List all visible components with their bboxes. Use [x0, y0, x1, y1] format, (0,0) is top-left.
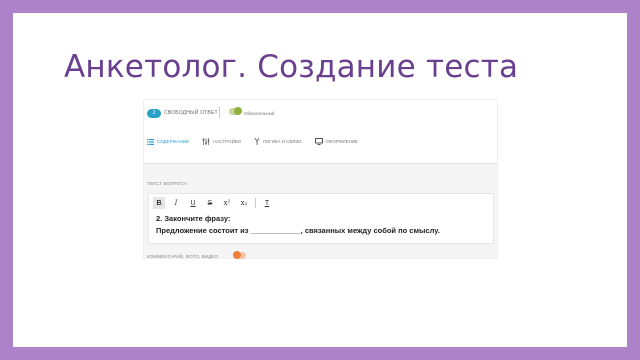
question-number-badge: 2	[147, 109, 161, 118]
question-text-line-2: Предложение состоит из ____________, свя…	[156, 226, 440, 235]
toolbar-divider	[255, 198, 256, 208]
settings-icon	[202, 138, 210, 145]
question-text-line-1: 2. Закончите фразу:	[156, 214, 231, 223]
clear-format-button[interactable]: T	[261, 197, 273, 209]
tab-settings[interactable]: Настройки	[202, 138, 241, 145]
tab-design[interactable]: Оформление	[314, 138, 359, 145]
editor-toolbar: B I U S x² x₂ T	[153, 197, 278, 209]
question-type-label[interactable]: Свободный ответ	[164, 109, 218, 118]
attachments-label: Комментарий, фото, видео	[147, 254, 219, 259]
superscript-button[interactable]: x²	[221, 197, 233, 209]
tab-label: Оформление	[325, 139, 359, 144]
question-editor-screenshot: 2 Свободный ответ Обязательный Содержани…	[144, 100, 497, 259]
tab-label: Логика и связи	[262, 139, 302, 144]
required-label: Обязательный	[244, 111, 275, 116]
required-toggle[interactable]	[229, 107, 242, 115]
slide-title: Анкетолог. Создание теста	[64, 49, 519, 85]
tab-content[interactable]: Содержание	[147, 138, 189, 145]
toggle-knob	[233, 251, 241, 259]
list-icon	[147, 138, 154, 145]
tab-label: Содержание	[157, 139, 190, 144]
attachments-toggle[interactable]	[233, 251, 246, 259]
question-text-label: Текст вопроса	[147, 181, 188, 186]
question-text-editor[interactable]: B I U S x² x₂ T 2. Закончите фразу: Пред…	[148, 193, 494, 244]
strikethrough-button[interactable]: S	[204, 197, 216, 209]
tab-label: Настройки	[213, 139, 241, 144]
bold-button[interactable]: B	[153, 197, 165, 209]
monitor-icon	[314, 138, 323, 145]
branch-icon	[254, 138, 260, 145]
subscript-button[interactable]: x₂	[238, 197, 250, 209]
underline-button[interactable]: U	[187, 197, 199, 209]
italic-button[interactable]: I	[170, 197, 182, 209]
slide: Анкетолог. Создание теста 2 Свободный от…	[13, 13, 627, 347]
header-divider	[219, 107, 220, 118]
tab-bar: Содержание Настройки Логика и связи	[147, 138, 371, 145]
tab-logic[interactable]: Логика и связи	[254, 138, 302, 145]
toggle-knob	[234, 107, 242, 115]
